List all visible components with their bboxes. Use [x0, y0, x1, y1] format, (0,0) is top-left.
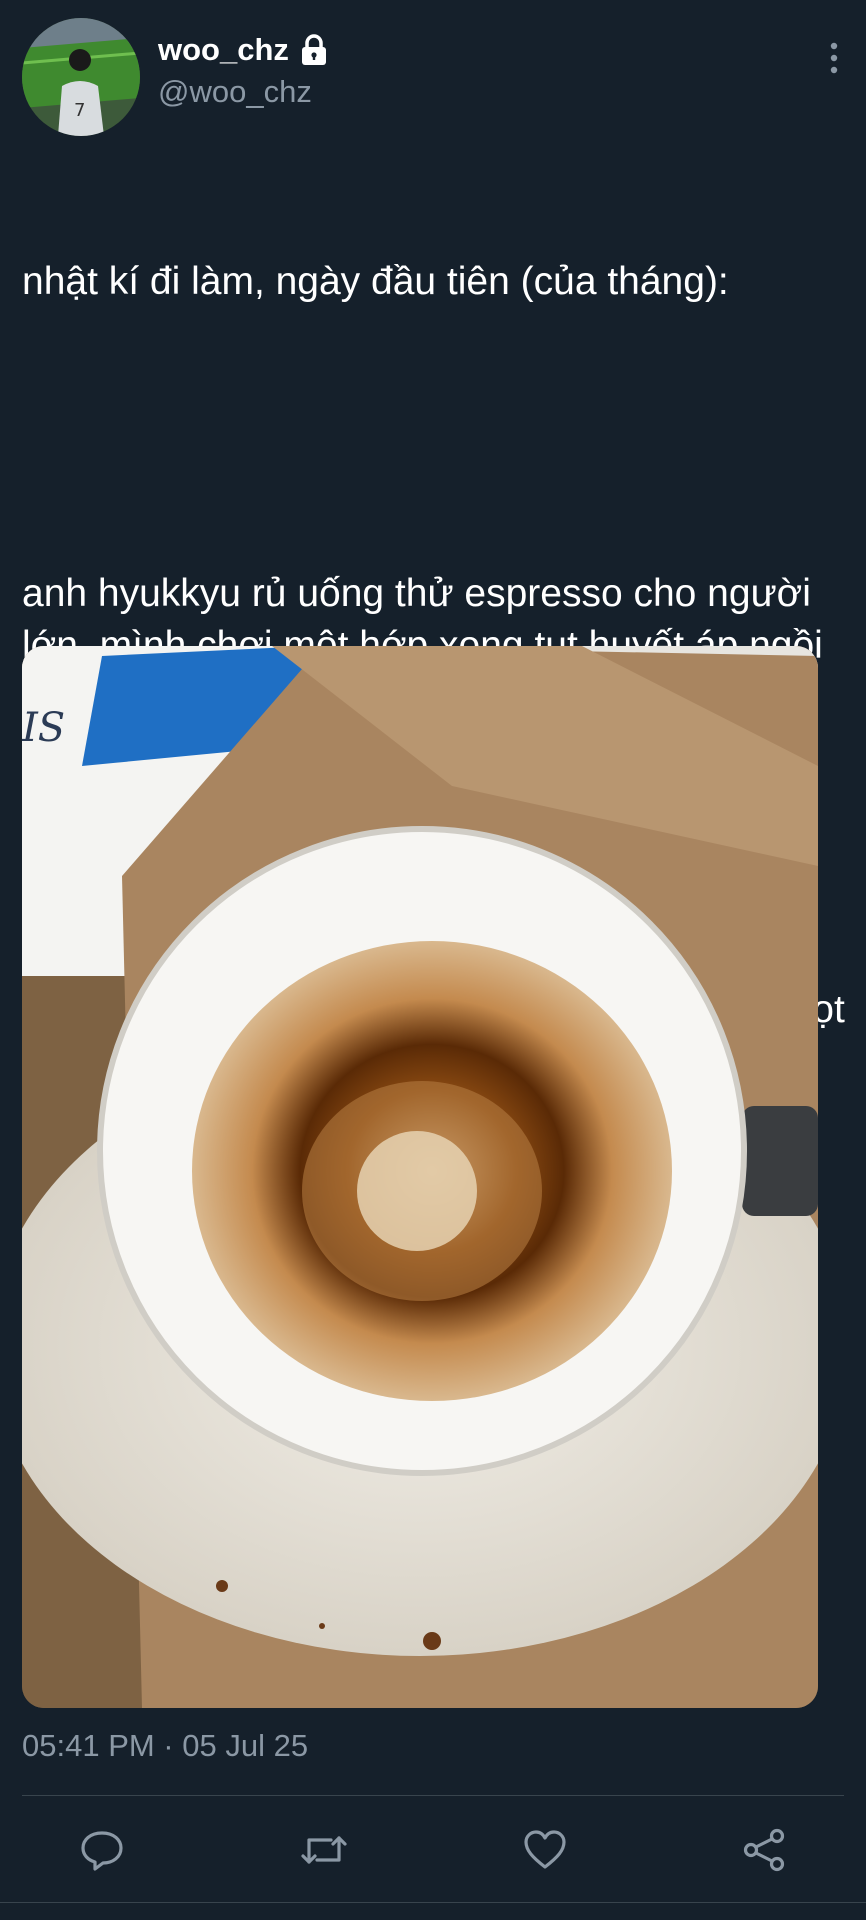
divider — [22, 1795, 844, 1796]
retweet-button[interactable] — [294, 1812, 354, 1892]
tweet-timestamp[interactable]: 05:41 PM · 05 Jul 25 — [22, 1728, 308, 1764]
tweet-line-1: nhật kí đi làm, ngày đầu tiên (của tháng… — [22, 260, 729, 303]
more-options-icon[interactable] — [824, 38, 844, 82]
user-handle[interactable]: @woo_chz — [158, 74, 329, 110]
avatar[interactable]: 7 — [22, 18, 140, 136]
tweet-actions — [22, 1812, 844, 1892]
retweet-icon — [299, 1830, 349, 1875]
bottom-divider — [0, 1902, 866, 1903]
display-name[interactable]: woo_chz — [158, 32, 289, 68]
reply-button[interactable] — [72, 1812, 132, 1892]
svg-text:7: 7 — [74, 100, 85, 121]
lock-icon — [299, 34, 329, 66]
reply-icon — [79, 1829, 125, 1876]
heart-icon — [522, 1829, 568, 1876]
svg-text:IS: IS — [22, 705, 65, 751]
like-button[interactable] — [515, 1812, 575, 1892]
share-button[interactable] — [734, 1812, 794, 1892]
user-info: woo_chz @woo_chz — [158, 32, 329, 110]
share-icon — [741, 1828, 787, 1877]
tweet-header: 7 woo_chz @woo_chz — [22, 18, 844, 136]
espresso-cup-photo[interactable]: IS — [22, 646, 818, 1708]
